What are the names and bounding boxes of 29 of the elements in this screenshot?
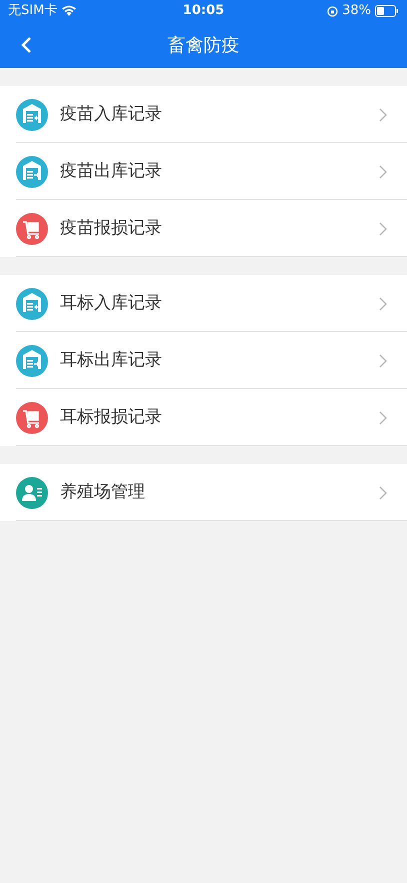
- carrier-text: 无SIM卡: [8, 2, 58, 20]
- battery-text: 38%: [342, 2, 371, 20]
- menu-item-label: 耳标入库记录: [60, 292, 162, 315]
- menu-item-label: 疫苗入库记录: [60, 102, 162, 126]
- page-title: 畜禽防疫: [168, 34, 240, 58]
- menu-item[interactable]: 耳标出库记录: [0, 332, 407, 389]
- menu-item-label: 疫苗报损记录: [60, 216, 162, 240]
- chevron-right-icon: [379, 354, 387, 368]
- clock-text: 10:05: [182, 2, 224, 20]
- back-icon: [20, 36, 32, 54]
- menu-item[interactable]: 耳标入库记录: [0, 275, 407, 332]
- chevron-right-icon: [379, 296, 387, 310]
- battery-icon: [374, 5, 399, 17]
- chevron-right-icon: [379, 410, 387, 424]
- menu-item[interactable]: 养殖场管理: [0, 464, 407, 521]
- menu-item[interactable]: 疫苗入库记录: [0, 86, 407, 143]
- wifi-icon: [61, 5, 78, 17]
- chevron-right-icon: [379, 164, 387, 178]
- menu-item-label: 疫苗出库记录: [60, 160, 162, 183]
- chevron-right-icon: [379, 108, 387, 122]
- chevron-right-icon: [379, 222, 387, 236]
- menu-item-label: 耳标出库记录: [60, 348, 162, 372]
- rotation-lock-icon: [327, 6, 338, 16]
- menu-item[interactable]: 耳标报损记录: [0, 389, 407, 446]
- menu-item-label: 养殖场管理: [60, 480, 145, 504]
- chevron-right-icon: [379, 486, 387, 500]
- menu-item[interactable]: 疫苗报损记录: [0, 200, 407, 257]
- menu-item-label: 耳标报损记录: [60, 406, 162, 429]
- menu-item[interactable]: 疫苗出库记录: [0, 143, 407, 200]
